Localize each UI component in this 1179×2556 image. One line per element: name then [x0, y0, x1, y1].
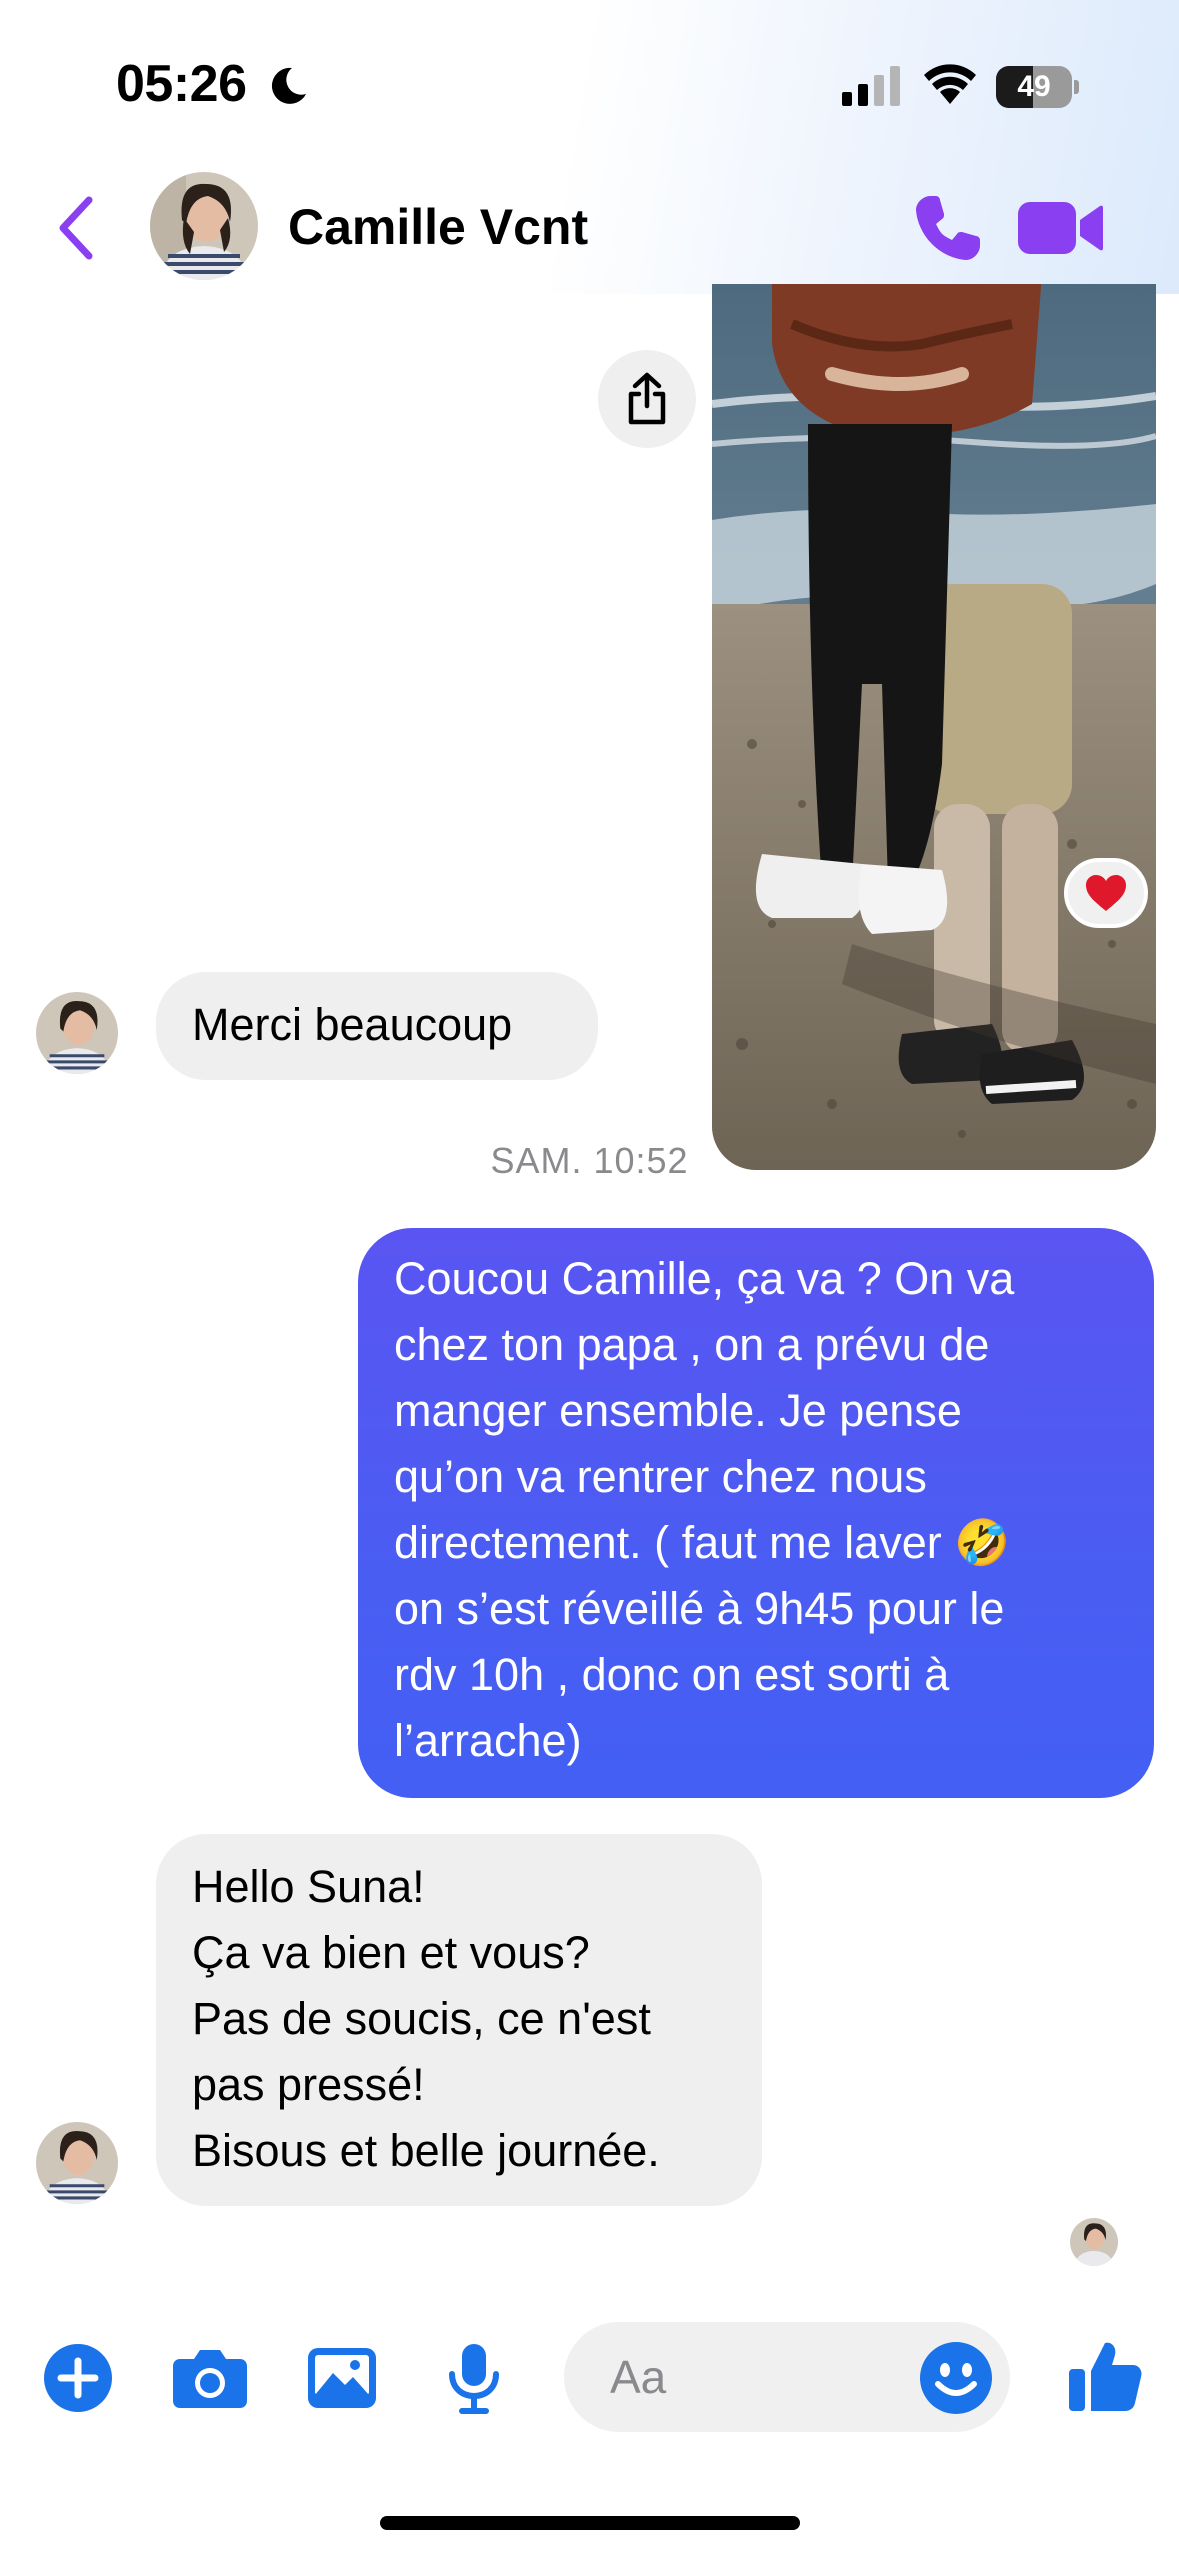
avatar-image: [36, 992, 118, 1074]
thumbs-up-icon: [1069, 2342, 1142, 2411]
avatar-image: [1070, 2218, 1118, 2266]
incoming-message[interactable]: Merci beaucoup: [156, 972, 598, 1080]
camera-button[interactable]: [170, 2338, 250, 2418]
heart-icon: [1086, 875, 1126, 911]
conversation-header: Camille Vcnt: [0, 160, 1179, 294]
contact-avatar[interactable]: [150, 172, 258, 280]
voice-message-button[interactable]: [434, 2338, 514, 2418]
photo-message[interactable]: [712, 284, 1156, 1170]
share-icon: [628, 372, 666, 425]
avatar-image: [36, 2122, 118, 2204]
outgoing-message[interactable]: Coucou Camille, ça va ? On va chez ton p…: [358, 1228, 1154, 1798]
gallery-button[interactable]: [302, 2338, 382, 2418]
back-button[interactable]: [40, 190, 110, 266]
wifi-icon: [924, 64, 976, 104]
message-composer: [0, 2310, 1179, 2440]
camera-icon: [173, 2350, 247, 2408]
status-bar: 05:26 49: [0, 0, 1179, 170]
share-button[interactable]: [598, 350, 696, 448]
more-actions-button[interactable]: [38, 2338, 118, 2418]
message-timestamp: SAM. 10:52: [490, 1140, 689, 1181]
beach-photo: [712, 284, 1156, 1170]
video-camera-icon[interactable]: [1016, 194, 1104, 262]
contact-avatar-small[interactable]: [36, 992, 118, 1074]
contact-name[interactable]: Camille Vcnt: [288, 198, 588, 256]
like-button[interactable]: [1060, 2330, 1150, 2420]
status-time: 05:26: [116, 55, 247, 113]
avatar-image: [150, 172, 258, 280]
battery-percent: 49: [1017, 70, 1051, 103]
moon-icon: [271, 67, 306, 104]
phone-icon[interactable]: [910, 190, 986, 266]
plus-circle-icon: [44, 2344, 112, 2412]
contact-avatar-small[interactable]: [36, 2122, 118, 2204]
battery-icon: 49: [996, 66, 1079, 108]
message-reaction[interactable]: [1064, 858, 1148, 928]
microphone-icon: [449, 2344, 499, 2414]
cellular-signal-icon: [842, 66, 900, 106]
chevron-left-icon: [59, 196, 93, 260]
message-thread: Merci beaucoup SAM. 10:52 Coucou Camille…: [0, 284, 1179, 2294]
home-indicator: [380, 2516, 800, 2530]
emoji-icon[interactable]: [918, 2340, 994, 2416]
seen-receipt-avatar: [1070, 2218, 1118, 2266]
incoming-message[interactable]: Hello Suna! Ça va bien et vous? Pas de s…: [156, 1834, 762, 2206]
image-icon: [308, 2348, 376, 2408]
